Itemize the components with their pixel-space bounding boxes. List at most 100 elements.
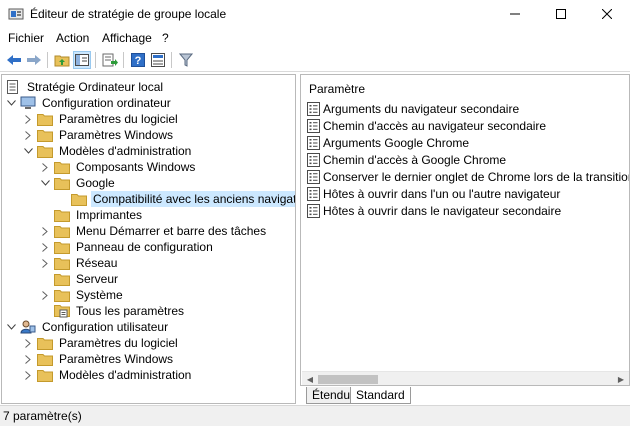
help-icon: ?: [131, 53, 145, 67]
toolbar: ?: [0, 48, 630, 72]
help-button[interactable]: ?: [129, 51, 147, 69]
column-header-parametre[interactable]: Paramètre: [309, 82, 365, 96]
computer-icon: [20, 96, 36, 110]
scroll-right-icon[interactable]: ▶: [615, 374, 627, 385]
policy-setting-icon: [307, 187, 320, 201]
list-item-label: Hôtes à ouvrir dans le navigateur second…: [323, 204, 562, 218]
tab-etendu[interactable]: Étendu: [306, 387, 357, 404]
chevron-right-icon[interactable]: [22, 337, 34, 349]
chevron-right-icon[interactable]: [39, 257, 51, 269]
tree-item-server[interactable]: Serveur: [39, 271, 120, 287]
show-tree-button[interactable]: [73, 51, 91, 69]
settings-list: Paramètre Arguments du navigateur second…: [300, 74, 630, 386]
tree-label: Serveur: [76, 272, 119, 286]
tree-item-user-windows-settings[interactable]: Paramètres Windows: [22, 351, 175, 367]
folder-icon: [54, 240, 70, 254]
tree-item-network[interactable]: Réseau: [39, 255, 119, 271]
tree-item-google[interactable]: Google: [39, 175, 117, 191]
settings-folder-icon: [54, 304, 70, 318]
tree-label: Paramètres du logiciel: [59, 112, 178, 126]
tree-label: Compatibilité avec les anciens navigateu…: [91, 191, 295, 207]
tree-item-user-administrative-templates[interactable]: Modèles d'administration: [22, 367, 193, 383]
list-item[interactable]: Hôtes à ouvrir dans le navigateur second…: [307, 203, 561, 219]
list-item[interactable]: Conserver le dernier onglet de Chrome lo…: [307, 169, 629, 185]
policy-setting-icon: [307, 204, 320, 218]
tree-item-user-configuration[interactable]: Configuration utilisateur: [5, 319, 170, 335]
tree-item-windows-components[interactable]: Composants Windows: [39, 159, 197, 175]
arrow-right-icon: [27, 55, 41, 65]
tree-item-system[interactable]: Système: [39, 287, 125, 303]
menu-help[interactable]: ?: [162, 31, 169, 45]
up-folder-button[interactable]: [53, 51, 71, 69]
tree-item-administrative-templates[interactable]: Modèles d'administration: [22, 143, 193, 159]
tree-label: Paramètres Windows: [59, 128, 174, 142]
export-list-button[interactable]: [101, 51, 119, 69]
chevron-right-icon[interactable]: [22, 113, 34, 125]
folder-icon: [54, 176, 70, 190]
list-item[interactable]: Arguments du navigateur secondaire: [307, 101, 519, 117]
tree-label: Imprimantes: [76, 208, 143, 222]
scrollbar-thumb[interactable]: [318, 375, 378, 384]
filter-icon: [179, 53, 193, 67]
scroll-left-icon[interactable]: ◀: [304, 374, 316, 385]
tree-item-windows-settings[interactable]: Paramètres Windows: [22, 127, 175, 143]
back-button[interactable]: [5, 51, 23, 69]
folder-icon: [54, 272, 70, 286]
chevron-right-icon[interactable]: [39, 241, 51, 253]
menu-fichier[interactable]: Fichier: [8, 31, 44, 45]
maximize-button[interactable]: [538, 0, 584, 28]
folder-icon: [54, 256, 70, 270]
tree-label: Configuration ordinateur: [42, 96, 171, 110]
tree-root[interactable]: Stratégie Ordinateur local: [5, 79, 165, 95]
folder-icon: [54, 224, 70, 238]
folder-icon: [37, 112, 53, 126]
folder-icon: [71, 192, 87, 206]
chevron-right-icon[interactable]: [22, 353, 34, 365]
status-bar: 7 paramètre(s): [0, 405, 630, 426]
forward-button[interactable]: [25, 51, 43, 69]
close-button[interactable]: [584, 0, 630, 28]
list-item[interactable]: Arguments Google Chrome: [307, 135, 469, 151]
tree-label: Configuration utilisateur: [42, 320, 169, 334]
folder-icon: [54, 160, 70, 174]
tab-standard[interactable]: Standard: [350, 387, 411, 404]
chevron-down-icon[interactable]: [5, 321, 17, 333]
tree-item-printers[interactable]: Imprimantes: [39, 207, 144, 223]
tree-item-start-menu-taskbar[interactable]: Menu Démarrer et barre des tâches: [39, 223, 268, 239]
menu-affichage[interactable]: Affichage: [102, 31, 152, 45]
tree-label: Google: [76, 176, 115, 190]
chevron-right-icon[interactable]: [22, 369, 34, 381]
chevron-down-icon[interactable]: [5, 97, 17, 109]
arrow-left-icon: [7, 55, 21, 65]
tree-label: Paramètres Windows: [59, 352, 174, 366]
minimize-button[interactable]: [492, 0, 538, 28]
tree-item-all-settings[interactable]: Tous les paramètres: [39, 303, 186, 319]
user-icon: [20, 320, 36, 334]
chevron-down-icon[interactable]: [39, 177, 51, 189]
chevron-right-icon[interactable]: [39, 225, 51, 237]
tree-item-software-settings[interactable]: Paramètres du logiciel: [22, 111, 180, 127]
folder-icon: [37, 128, 53, 142]
folder-icon: [37, 368, 53, 382]
policy-document-icon: [5, 80, 21, 94]
list-item[interactable]: Chemin d'accès au navigateur secondaire: [307, 118, 546, 134]
chevron-right-icon[interactable]: [39, 289, 51, 301]
tree-item-computer-configuration[interactable]: Configuration ordinateur: [5, 95, 173, 111]
horizontal-scrollbar[interactable]: ◀ ▶: [302, 371, 629, 385]
filter-button[interactable]: [177, 51, 195, 69]
policy-setting-icon: [307, 136, 320, 150]
tree-label: Paramètres du logiciel: [59, 336, 178, 350]
folder-icon: [37, 336, 53, 350]
tree-item-legacy-browser-support[interactable]: Compatibilité avec les anciens navigateu…: [56, 191, 295, 207]
tree-item-user-software-settings[interactable]: Paramètres du logiciel: [22, 335, 180, 351]
list-item[interactable]: Hôtes à ouvrir dans l'un ou l'autre navi…: [307, 186, 560, 202]
tree-label: Composants Windows: [76, 160, 196, 174]
policy-setting-icon: [307, 170, 320, 184]
tree-item-control-panel[interactable]: Panneau de configuration: [39, 239, 215, 255]
chevron-down-icon[interactable]: [22, 145, 34, 157]
chevron-right-icon[interactable]: [22, 129, 34, 141]
properties-view-button[interactable]: [149, 51, 167, 69]
list-item[interactable]: Chemin d'accès à Google Chrome: [307, 152, 506, 168]
menu-action[interactable]: Action: [56, 31, 89, 45]
chevron-right-icon[interactable]: [39, 161, 51, 173]
